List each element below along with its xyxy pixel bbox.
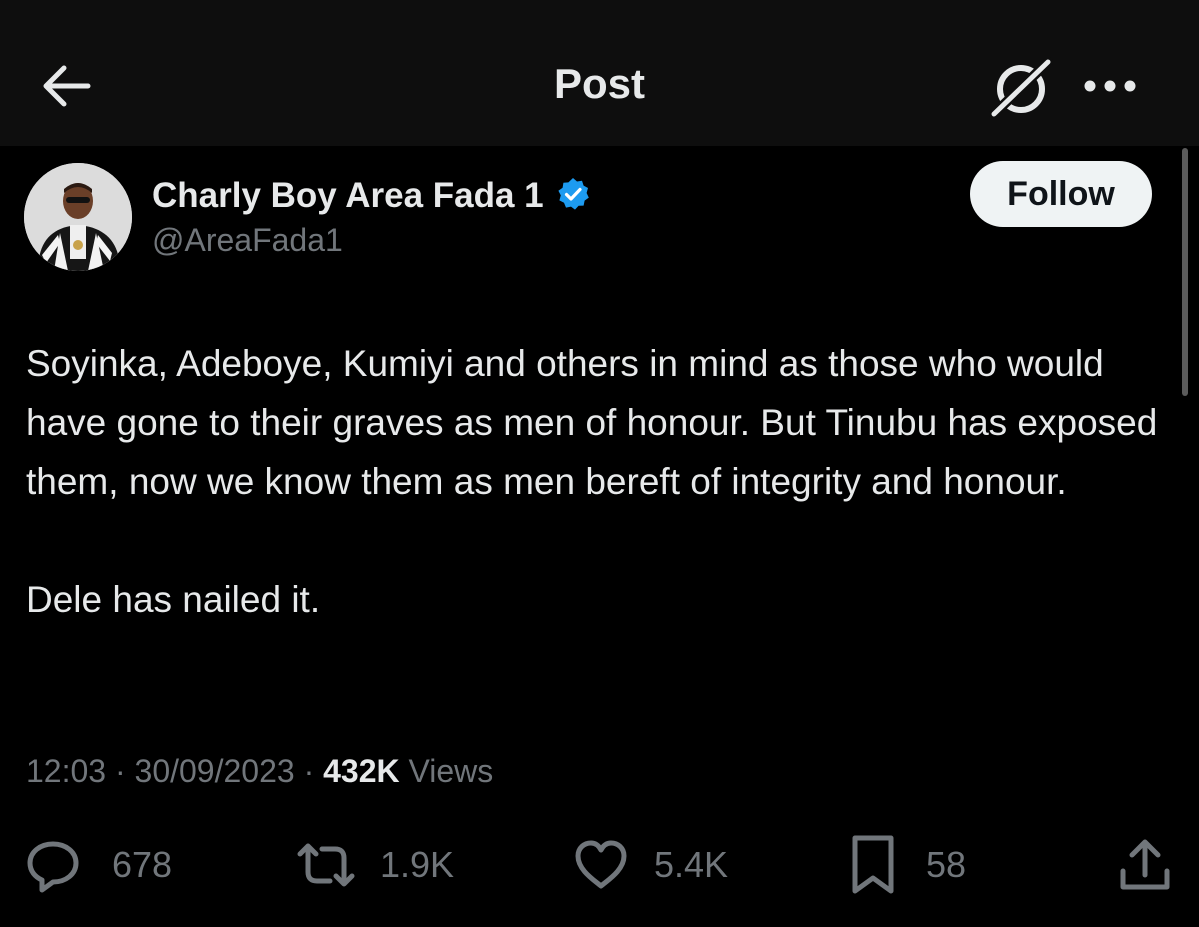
avatar[interactable] — [24, 163, 132, 271]
repost-count: 1.9K — [380, 844, 455, 885]
post-date[interactable]: 30/09/2023 — [135, 753, 295, 789]
post-text: Soyinka, Adeboye, Kumiyi and others in m… — [26, 334, 1176, 629]
follow-button[interactable]: Follow — [970, 161, 1152, 227]
heart-icon — [575, 840, 627, 889]
repost-icon — [297, 843, 355, 887]
avatar-photo — [24, 163, 132, 271]
grok-icon — [989, 57, 1053, 119]
author-display-name[interactable]: Charly Boy Area Fada 1 — [152, 176, 544, 216]
views-count[interactable]: 432K — [323, 753, 400, 789]
share-button[interactable] — [1118, 830, 1172, 900]
author-handle[interactable]: @AreaFada1 — [152, 222, 343, 259]
bookmark-count: 58 — [926, 844, 967, 885]
bookmark-button[interactable]: 58 — [850, 830, 966, 900]
repost-button[interactable]: 1.9K — [296, 830, 454, 900]
post-time[interactable]: 12:03 — [26, 753, 106, 789]
like-count: 5.4K — [654, 844, 729, 885]
top-bar: Post — [0, 0, 1199, 146]
reply-icon — [27, 841, 79, 893]
post-paragraph: Dele has nailed it. — [26, 579, 321, 620]
meta-separator: · — [114, 753, 135, 789]
like-button[interactable]: 5.4K — [574, 830, 728, 900]
scrollbar[interactable] — [1182, 148, 1188, 396]
verified-badge-icon — [558, 178, 589, 210]
meta-separator: · — [303, 753, 324, 789]
reply-count: 678 — [112, 844, 173, 885]
grok-button[interactable] — [988, 56, 1054, 119]
action-bar: 678 1.9K 5.4K 58 — [0, 830, 1199, 900]
share-icon — [1120, 839, 1170, 890]
bookmark-icon — [852, 835, 894, 894]
views-label: Views — [408, 753, 494, 789]
more-horizontal-icon — [1084, 80, 1136, 92]
reply-button[interactable]: 678 — [24, 830, 172, 900]
post-paragraph: Soyinka, Adeboye, Kumiyi and others in m… — [26, 343, 1158, 502]
more-options-button[interactable] — [1078, 60, 1142, 112]
post-meta: 12:03 · 30/09/2023 · 432K Views — [26, 753, 493, 790]
